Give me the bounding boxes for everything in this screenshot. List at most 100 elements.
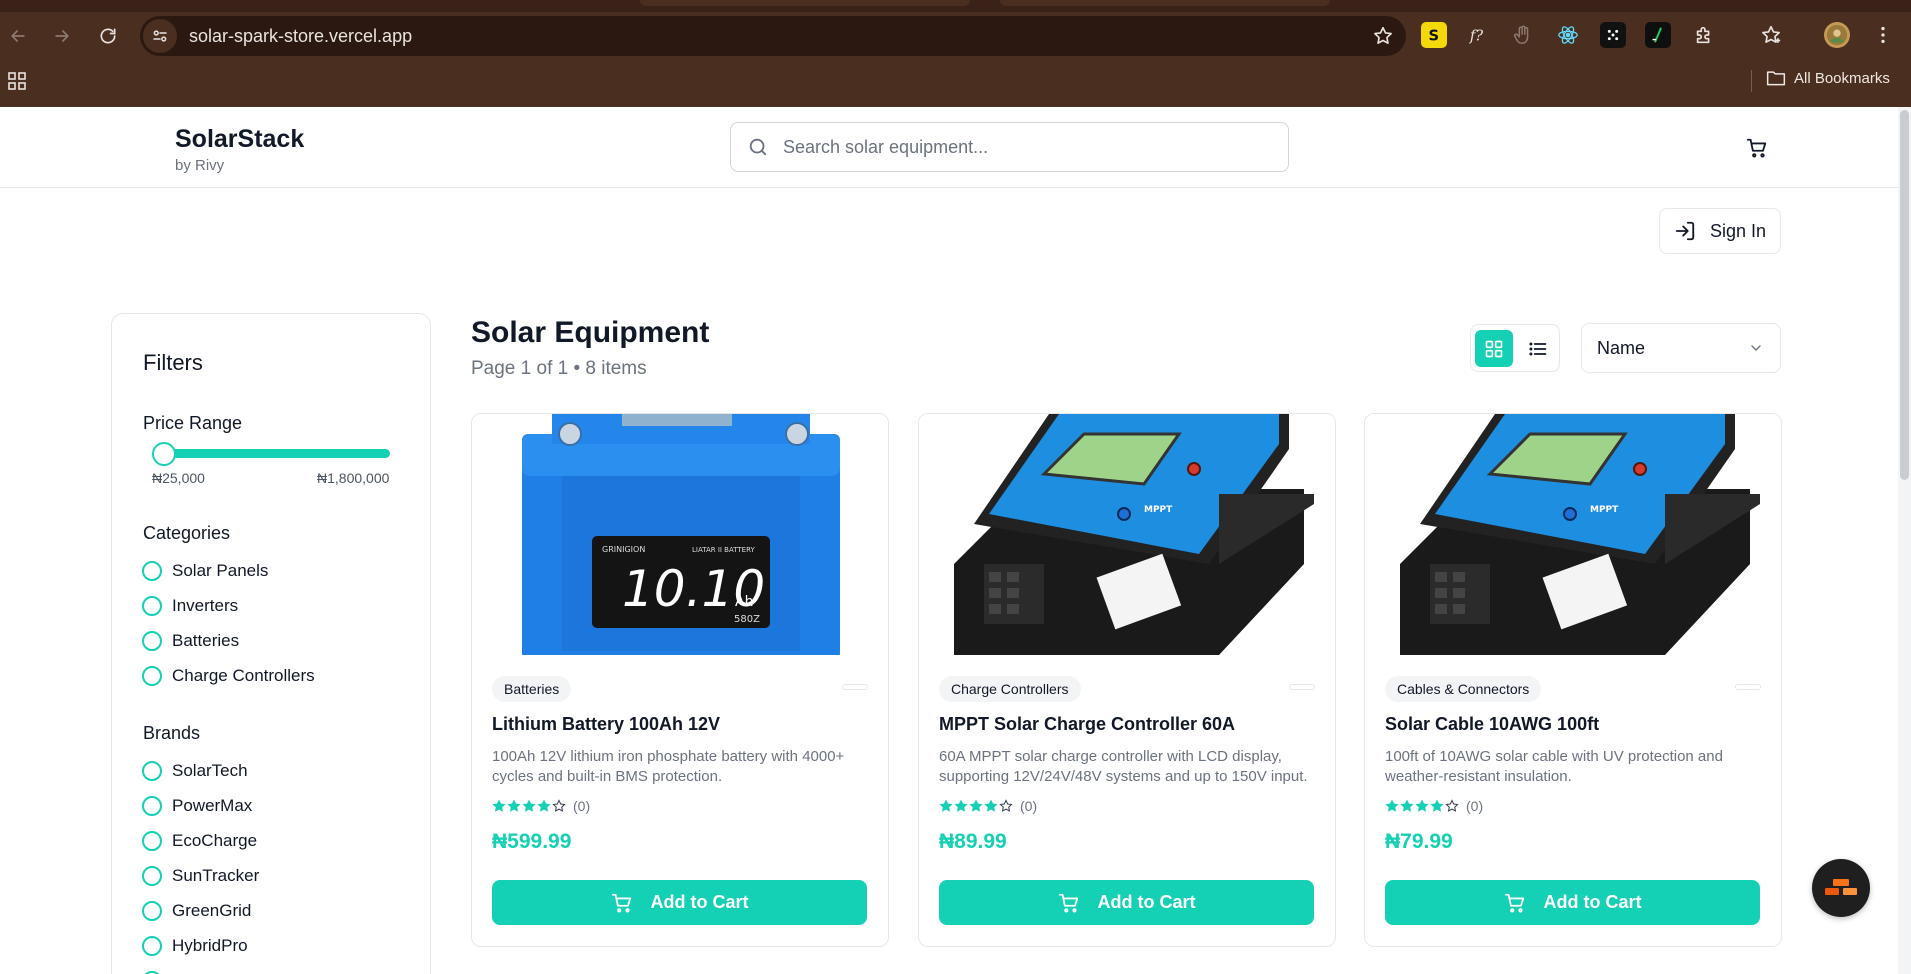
category-badge: Batteries	[492, 676, 572, 702]
price-range-track[interactable]	[155, 449, 390, 458]
star-filled-icon	[1415, 799, 1429, 812]
s-extension-icon[interactable]: S	[1421, 22, 1447, 48]
add-to-cart-label: Add to Cart	[650, 892, 749, 912]
shopping-cart-icon	[1058, 893, 1078, 912]
dots-extension-icon[interactable]	[1600, 22, 1626, 48]
all-bookmarks-label: All Bookmarks	[1794, 69, 1890, 87]
search-box[interactable]	[730, 122, 1289, 172]
reading-list-icon[interactable]	[1758, 22, 1784, 48]
product-title[interactable]: Solar Cable 10AWG 100ft	[1385, 714, 1599, 735]
grid-view-button[interactable]	[1475, 330, 1513, 367]
add-to-cart-label: Add to Cart	[1097, 892, 1196, 912]
svg-text:GRINIGION: GRINIGION	[602, 545, 645, 554]
category-option[interactable]: Batteries	[142, 631, 239, 651]
search-icon	[749, 138, 767, 156]
all-bookmarks-button[interactable]: All Bookmarks	[1766, 69, 1890, 87]
product-image[interactable]: MPPT	[919, 414, 1335, 655]
scrollbar-thumb[interactable]	[1900, 110, 1909, 480]
list-icon	[1529, 341, 1547, 356]
product-title[interactable]: Lithium Battery 100Ah 12V	[492, 714, 720, 735]
cart-button[interactable]	[1742, 133, 1772, 163]
product-description: 100Ah 12V lithium iron phosphate battery…	[492, 748, 845, 785]
brand-option[interactable]: SolarTech	[142, 761, 248, 781]
react-devtools-icon[interactable]	[1555, 22, 1581, 48]
page-subtitle: Page 1 of 1 • 8 items	[471, 358, 647, 379]
reload-icon[interactable]	[92, 20, 124, 52]
price-range-thumb[interactable]	[152, 442, 176, 466]
category-option[interactable]: Charge Controllers	[142, 666, 315, 686]
add-to-cart-button[interactable]: Add to Cart	[492, 880, 867, 925]
puzzle-extensions-icon[interactable]	[1691, 22, 1717, 48]
browser-tab[interactable]	[1000, 0, 1330, 6]
star-filled-icon	[984, 799, 998, 812]
brands-label: Brands	[143, 723, 201, 743]
hand-extension-icon[interactable]	[1510, 22, 1536, 48]
function-extension-icon[interactable]: f?	[1466, 22, 1492, 48]
svg-text:LIATAR II BATTERY: LIATAR II BATTERY	[692, 546, 755, 554]
category-option[interactable]: Solar Panels	[142, 561, 268, 581]
bookmark-star-icon[interactable]	[1372, 25, 1394, 47]
search-input[interactable]	[783, 136, 1263, 158]
wishlist-toggle[interactable]	[1735, 684, 1761, 690]
list-view-button[interactable]	[1519, 330, 1557, 367]
grid-icon	[1485, 340, 1503, 357]
product-title[interactable]: MPPT Solar Charge Controller 60A	[939, 714, 1235, 735]
radio-button[interactable]	[142, 831, 162, 851]
brand-option[interactable]: HybridPro	[142, 936, 248, 956]
radio-button[interactable]	[142, 866, 162, 886]
shopping-cart-icon	[611, 893, 631, 912]
sort-select[interactable]: Name	[1581, 323, 1781, 373]
apps-grid-icon[interactable]	[8, 72, 26, 90]
product-image[interactable]: GRINIGION LIATAR II BATTERY 10.10 Ah 580…	[472, 414, 888, 655]
svg-text:S: S	[1429, 28, 1440, 45]
chevron-down-icon	[1751, 345, 1761, 351]
product-price: ₦89.99	[939, 830, 1007, 853]
product-card[interactable]: MPPT Charge Controllers MPPT Solar Charg…	[918, 413, 1336, 947]
brand-label: SunTracker	[172, 866, 260, 885]
radio-button[interactable]	[142, 631, 162, 651]
add-to-cart-button[interactable]: Add to Cart	[1385, 880, 1760, 925]
wishlist-toggle[interactable]	[1289, 684, 1315, 690]
brand-label: SolarTech	[172, 761, 248, 780]
wishlist-toggle[interactable]	[842, 684, 868, 690]
sign-in-button[interactable]: Sign In	[1659, 208, 1781, 254]
product-image[interactable]: MPPT	[1365, 414, 1781, 655]
radio-button[interactable]	[142, 596, 162, 616]
radio-button[interactable]	[142, 796, 162, 816]
chat-logo-icon	[1825, 879, 1857, 895]
site-info-icon[interactable]	[143, 19, 177, 53]
address-bar[interactable]: solar-spark-store.vercel.app	[140, 16, 1406, 56]
radio-button[interactable]	[142, 761, 162, 781]
chat-widget-button[interactable]	[1812, 859, 1870, 917]
back-icon[interactable]	[2, 20, 34, 52]
radio-button[interactable]	[142, 561, 162, 581]
kebab-menu-icon[interactable]	[1870, 22, 1896, 48]
svg-text:f?: f?	[1469, 28, 1483, 45]
radio-button[interactable]	[142, 936, 162, 956]
radio-button[interactable]	[142, 666, 162, 686]
url-text[interactable]: solar-spark-store.vercel.app	[189, 26, 412, 47]
browser-chrome: solar-spark-store.vercel.app S f? All Bo…	[0, 0, 1911, 107]
brand-option[interactable]: PowerMax	[142, 796, 252, 816]
forward-icon[interactable]	[46, 20, 78, 52]
brand-option[interactable]: EcoCharge	[142, 831, 257, 851]
browser-tab[interactable]	[640, 0, 970, 6]
bookmarks-divider	[1751, 70, 1752, 92]
category-option[interactable]: Inverters	[142, 596, 238, 616]
brand-option[interactable]: GreenGrid	[142, 901, 251, 921]
terminal-extension-icon[interactable]	[1645, 22, 1671, 48]
add-to-cart-button[interactable]: Add to Cart	[939, 880, 1314, 925]
star-filled-icon	[1400, 799, 1414, 812]
profile-avatar[interactable]	[1824, 22, 1850, 48]
sort-value: Name	[1597, 337, 1646, 358]
radio-button[interactable]	[142, 901, 162, 921]
brand-option[interactable]: SunTracker	[142, 866, 259, 886]
star-empty-icon	[552, 799, 566, 812]
category-label: Solar Panels	[172, 561, 269, 580]
product-card[interactable]: MPPT Cables & Connectors Solar Cable 10A…	[1364, 413, 1782, 947]
product-card[interactable]: GRINIGION LIATAR II BATTERY 10.10 Ah 580…	[471, 413, 889, 947]
product-rating: (0)	[1385, 798, 1483, 814]
brand-logo-text[interactable]: SolarStack	[175, 125, 304, 154]
star-filled-icon	[954, 799, 968, 812]
category-badge: Charge Controllers	[939, 676, 1081, 702]
